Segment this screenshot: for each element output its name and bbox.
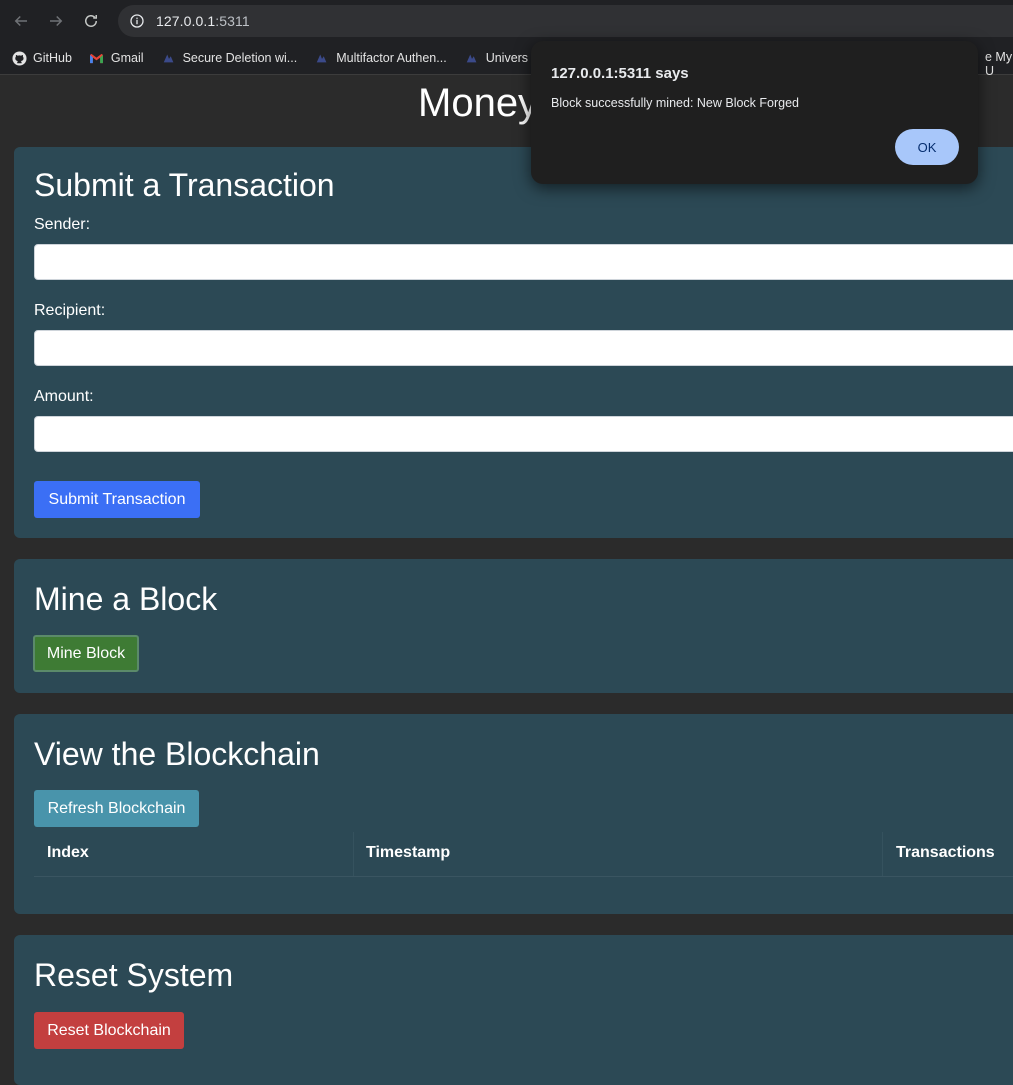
dialog-ok-button[interactable]: OK [895, 129, 959, 165]
dialog-message: Block successfully mined: New Block Forg… [551, 96, 800, 110]
arrow-right-icon [50, 15, 63, 27]
submit-transaction-button[interactable]: Submit Transaction [34, 481, 200, 518]
transaction-card: Submit a Transaction Sender: Recipient: … [14, 147, 1013, 538]
bookmark-site-icon [314, 50, 330, 66]
reset-card: Reset System Reset Blockchain [14, 935, 1013, 1085]
url-host: 127.0.0.1 [156, 13, 216, 29]
bookmark-label: GitHub [33, 51, 72, 65]
gmail-icon [89, 50, 105, 66]
column-divider [882, 832, 883, 876]
amount-input[interactable] [34, 416, 1013, 452]
recipient-label: Recipient: [34, 302, 106, 319]
table-header-divider [34, 876, 1013, 877]
bookmark-label: Multifactor Authen... [336, 51, 447, 65]
bookmark-site-icon [464, 50, 480, 66]
blockchain-card: View the Blockchain Refresh Blockchain I… [14, 714, 1013, 914]
github-icon [11, 50, 27, 66]
reset-heading: Reset System [34, 957, 234, 993]
reset-blockchain-button[interactable]: Reset Blockchain [34, 1012, 184, 1049]
mine-heading: Mine a Block [34, 581, 218, 617]
blockchain-table-header [34, 832, 1013, 878]
dialog-title: 127.0.0.1:5311 says [551, 65, 689, 82]
sender-input[interactable] [34, 244, 1013, 280]
site-info-icon[interactable] [128, 12, 146, 30]
reload-button[interactable] [77, 7, 105, 35]
bookmark-univers[interactable]: Univers [464, 50, 528, 66]
amount-label: Amount: [34, 388, 94, 405]
bookmark-truncated[interactable]: e My U [985, 50, 1013, 78]
recipient-input[interactable] [34, 330, 1013, 366]
mine-card: Mine a Block Mine Block [14, 559, 1013, 693]
column-header-timestamp: Timestamp [366, 844, 451, 861]
blockchain-heading: View the Blockchain [34, 736, 320, 772]
browser-toolbar: 127.0.0.1:5311 [0, 0, 1013, 42]
reload-icon [85, 15, 97, 27]
mine-block-button[interactable]: Mine Block [33, 635, 139, 672]
url-text[interactable]: 127.0.0.1:5311 [156, 13, 250, 29]
back-button[interactable] [7, 7, 35, 35]
forward-button[interactable] [42, 7, 70, 35]
column-divider [353, 832, 354, 876]
bookmark-secure-deletion[interactable]: Secure Deletion wi... [161, 50, 298, 66]
column-header-index: Index [47, 844, 89, 861]
bookmark-label: Secure Deletion wi... [182, 51, 298, 65]
bookmark-gmail[interactable]: Gmail [89, 50, 144, 66]
url-port: :5311 [215, 13, 250, 29]
arrow-left-icon [14, 15, 27, 27]
refresh-blockchain-button[interactable]: Refresh Blockchain [34, 790, 199, 827]
sender-label: Sender: [34, 216, 91, 233]
transaction-heading: Submit a Transaction [34, 167, 335, 203]
bookmark-label: Univers [485, 51, 529, 65]
page-content: Money Transfer System Submit a Transacti… [0, 75, 1013, 1085]
bookmark-label: Gmail [110, 51, 144, 65]
bookmark-github[interactable]: GitHub [11, 50, 72, 66]
bookmark-multifactor[interactable]: Multifactor Authen... [314, 50, 447, 66]
bookmark-site-icon [161, 50, 177, 66]
alert-dialog: 127.0.0.1:5311 says Block successfully m… [531, 41, 978, 184]
column-header-transactions: Transactions [896, 844, 995, 861]
address-bar[interactable]: 127.0.0.1:5311 [118, 5, 1013, 37]
